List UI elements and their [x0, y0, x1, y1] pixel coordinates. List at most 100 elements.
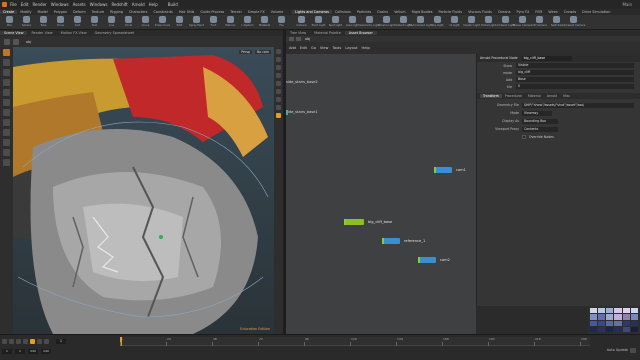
color-swatch[interactable] [622, 326, 630, 332]
mode-dropdown[interactable]: Viewmsy [522, 110, 552, 116]
brush-icon[interactable] [3, 159, 10, 166]
shelf-tool-draw-curve[interactable]: Draw Curve [155, 16, 170, 27]
shelf-tool-camera[interactable]: Camera [294, 16, 309, 27]
color-swatch[interactable] [614, 326, 622, 332]
stop-icon[interactable] [23, 339, 28, 344]
range-end-field-2[interactable]: 240 [41, 349, 51, 354]
menu-help[interactable]: Help [149, 2, 158, 7]
shelf-tab-modify[interactable]: Modify [17, 10, 34, 14]
color-swatch[interactable] [630, 314, 638, 320]
shelf-tool-spot-light[interactable]: Spot Light [328, 16, 343, 27]
menu-windows-2[interactable]: Windows [90, 2, 108, 7]
magnet-icon[interactable] [3, 149, 10, 156]
shelf-tab-particle-fluids[interactable]: Particle Fluids [436, 10, 466, 14]
shelf-tool-box[interactable]: Box [2, 16, 17, 27]
tab-tree-view[interactable]: Tree View [286, 31, 310, 35]
safe-area-icon[interactable] [276, 105, 281, 110]
shelf-tool-l-system[interactable]: L-System [240, 16, 255, 27]
shelf-tab-deform[interactable]: Deform [70, 10, 89, 14]
build-dropdown[interactable]: Build [168, 2, 178, 7]
shelf-tab-drive-simulation[interactable]: Drive Simulation [579, 10, 613, 14]
color-swatch[interactable] [598, 308, 606, 314]
shelf-tab-volume[interactable]: Volume [268, 10, 287, 14]
auto-update-toggle[interactable] [630, 348, 636, 353]
node-reference-1[interactable] [382, 238, 400, 244]
param-value[interactable]: Base [516, 77, 634, 82]
shelf-tab-viscous-fluids[interactable]: Viscous Fluids [465, 10, 495, 14]
menu-file[interactable]: File [10, 2, 17, 7]
color-swatch[interactable] [622, 308, 630, 314]
menu-assets[interactable]: Assets [73, 2, 86, 7]
tab-procedural[interactable]: Procedural [502, 94, 525, 98]
shelf-tool-font[interactable]: Font [206, 16, 221, 27]
menu-redshift[interactable]: Redshift [111, 2, 127, 7]
net-menu-help[interactable]: Help [362, 46, 370, 50]
shelf-tab-crowds[interactable]: Crowds [561, 10, 579, 14]
select-tool-icon[interactable] [3, 49, 10, 56]
shelf-tab-terrain[interactable]: Terrain [227, 10, 244, 14]
shelf-tool-area-light[interactable]: Area Light [345, 16, 360, 27]
shelf-tool-point-light[interactable]: Point Light [311, 16, 326, 27]
node-cam2[interactable] [418, 257, 436, 263]
shelf-tool-vr-camera[interactable]: VR Camera [532, 16, 547, 27]
shelf-tool-gi-light[interactable]: GI Light [447, 16, 462, 27]
shelf-tool-null[interactable]: Null [87, 16, 102, 27]
shelf-tab-hair-utils[interactable]: Hair Utils [176, 10, 198, 14]
color-swatch[interactable] [590, 326, 598, 332]
color-swatch[interactable] [606, 326, 614, 332]
param-value[interactable]: Visible [516, 63, 634, 68]
network-breadcrumb[interactable]: obj [305, 37, 310, 41]
shelf-tool-circle[interactable]: Circle [121, 16, 136, 27]
shelf-tool-portal-light[interactable]: Portal Light [481, 16, 496, 27]
scale-tool-icon[interactable] [3, 79, 10, 86]
rotate-tool-icon[interactable] [3, 69, 10, 76]
render-region-icon[interactable] [3, 139, 10, 146]
forward-icon[interactable] [13, 38, 19, 45]
param-value[interactable]: big_cliff [516, 70, 634, 75]
color-swatch[interactable] [606, 314, 614, 320]
net-menu-edit[interactable]: Edit [300, 46, 307, 50]
color-swatch[interactable] [590, 308, 598, 314]
shelf-tab-particles[interactable]: Particles [354, 10, 374, 14]
wireframe-icon[interactable] [276, 49, 281, 54]
menu-render[interactable]: Render [32, 2, 46, 7]
background-icon[interactable] [276, 97, 281, 102]
network-box-label[interactable]: side_stairs_base2 [286, 80, 318, 84]
menu-edit[interactable]: Edit [21, 2, 29, 7]
shelf-tool-tube[interactable]: Tube [36, 16, 51, 27]
display-options-icon[interactable] [276, 89, 281, 94]
jump-end-icon[interactable] [44, 339, 49, 344]
shelf-tool-ambient-light[interactable]: Ambient Light [496, 16, 515, 27]
range-end-field[interactable]: 240 [28, 349, 38, 354]
color-swatch[interactable] [606, 320, 614, 326]
override-nodes-checkbox[interactable] [522, 135, 526, 139]
color-swatch[interactable] [614, 314, 622, 320]
tab-geometry-spreadsheet[interactable]: Geometry Spreadsheet [91, 31, 138, 35]
net-menu-tools[interactable]: Tools [332, 46, 341, 50]
color-swatch[interactable] [630, 326, 638, 332]
net-menu-go[interactable]: Go [311, 46, 316, 50]
net-menu-view[interactable]: View [320, 46, 329, 50]
tab-arnold[interactable]: Arnold [544, 94, 560, 98]
shelf-tool-file[interactable]: File [274, 16, 289, 27]
shelf-tab-lights-and-cameras[interactable]: Lights and Cameras [292, 10, 332, 14]
tab-material[interactable]: Material [525, 94, 544, 98]
shelf-tool-sky-light[interactable]: Sky Light [430, 16, 445, 27]
step-forward-icon[interactable] [37, 339, 42, 344]
shelf-tab-create[interactable]: Create [0, 10, 18, 14]
shelf-tool-stereo-camera[interactable]: Stereo Camera [513, 16, 532, 27]
scene-viewport[interactable]: Persp No cam Education Edition [13, 47, 274, 334]
shelf-tool-platonic[interactable]: Platonic [223, 16, 238, 27]
shelf-tool-torus[interactable]: Torus [53, 16, 68, 27]
param-value[interactable]: 0 [516, 84, 634, 89]
persp-menu[interactable]: Persp [239, 50, 252, 54]
net-menu-layout[interactable]: Layout [345, 46, 357, 50]
node-big-cliff-base[interactable] [344, 219, 364, 225]
lighting-icon[interactable] [276, 65, 281, 70]
camera-tool-icon[interactable] [3, 129, 10, 136]
auto-update-label[interactable]: Auto Update [607, 348, 628, 352]
shelf-tool-caustic-light[interactable]: Caustic Light [463, 16, 480, 27]
shelf-tool-sphere[interactable]: Sphere [19, 16, 34, 27]
step-back-icon[interactable] [9, 339, 14, 344]
shelf-tool-curve[interactable]: Curve [138, 16, 153, 27]
